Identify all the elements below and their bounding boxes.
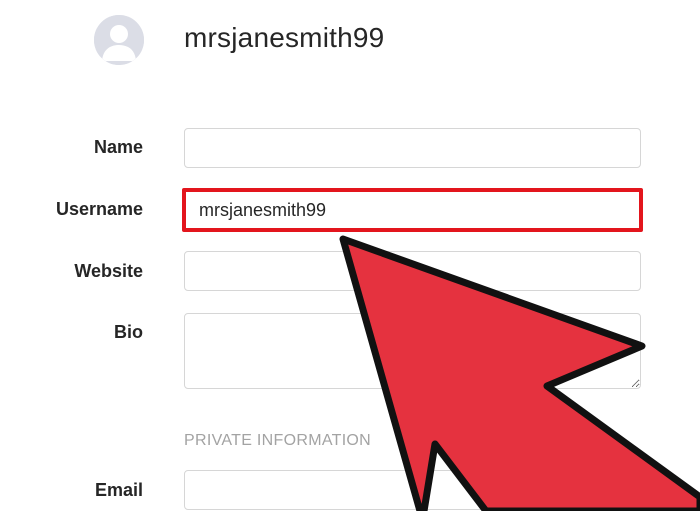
email-field[interactable]	[184, 470, 641, 510]
name-field[interactable]	[184, 128, 641, 168]
name-label: Name	[93, 137, 143, 157]
default-user-avatar-icon	[94, 15, 144, 65]
username-label: Username	[55, 199, 143, 219]
private-information-heading: PRIVATE INFORMATION	[184, 432, 372, 449]
website-label: Website	[74, 261, 143, 281]
profile-username: mrsjanesmith99	[184, 22, 385, 53]
username-field[interactable]	[182, 188, 643, 232]
bio-field[interactable]	[184, 313, 641, 389]
avatar[interactable]	[94, 15, 144, 65]
email-label: Email	[94, 480, 143, 500]
bio-label: Bio	[114, 322, 143, 342]
website-field[interactable]	[184, 251, 641, 291]
